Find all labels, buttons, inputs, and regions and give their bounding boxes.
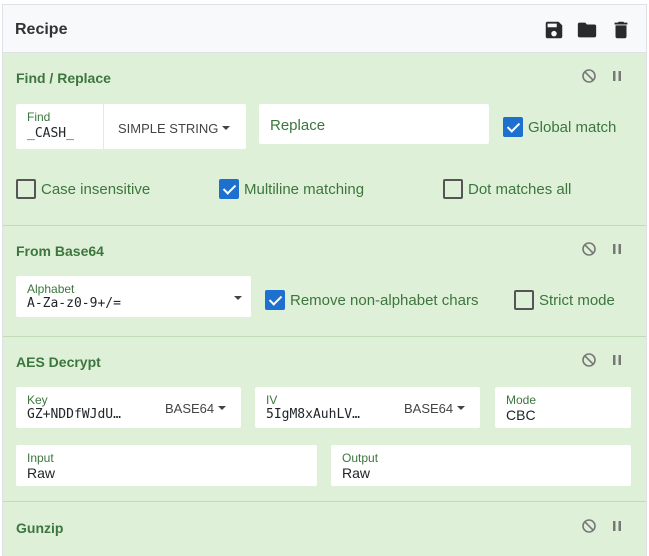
mode-field[interactable]: Mode CBC — [495, 387, 631, 428]
operation-aes-decrypt[interactable]: AES Decrypt Key GZ+NDDfWJdU… BASE64 IV 5… — [3, 337, 646, 502]
key-field[interactable]: Key GZ+NDDfWJdU… BASE64 — [16, 387, 241, 428]
chevron-down-icon[interactable] — [234, 296, 242, 300]
replace-placeholder: Replace — [270, 117, 326, 134]
pause-icon[interactable] — [609, 68, 625, 84]
chevron-down-icon — [222, 125, 231, 130]
key-type-label: BASE64 — [165, 401, 215, 416]
case-insensitive-label: Case insensitive — [41, 180, 151, 198]
iv-type-label: BASE64 — [404, 401, 454, 416]
recipe-header: Recipe — [3, 5, 646, 53]
output-format-field[interactable]: Output Raw — [331, 445, 631, 486]
output-value[interactable]: Raw — [342, 465, 370, 481]
operation-gunzip[interactable]: Gunzip — [3, 502, 646, 556]
strict-mode-checkbox[interactable]: Strict mode — [514, 290, 615, 310]
operation-title: From Base64 — [16, 243, 104, 259]
operation-find-replace[interactable]: Find / Replace Find _CASH_ SIMPLE STRING… — [3, 53, 646, 226]
folder-icon[interactable] — [576, 19, 598, 41]
dot-all-label: Dot matches all — [468, 180, 572, 198]
find-field[interactable]: Find _CASH_ SIMPLE STRING — [16, 104, 246, 149]
replace-field[interactable]: Replace — [259, 104, 489, 144]
multiline-label: Multiline matching — [244, 180, 365, 198]
multiline-box[interactable] — [219, 179, 239, 199]
find-type-label: SIMPLE STRING — [118, 121, 219, 136]
output-label: Output — [342, 451, 379, 465]
recipe-panel: Recipe Find / Replace Find _CASH_ SIMPLE… — [2, 4, 647, 556]
iv-label: IV — [266, 393, 278, 407]
chevron-down-icon — [457, 405, 466, 410]
key-type-dropdown[interactable]: BASE64 — [165, 401, 227, 416]
multiline-checkbox[interactable]: Multiline matching — [219, 179, 364, 199]
chevron-down-icon — [218, 405, 227, 410]
disable-icon[interactable] — [581, 241, 597, 257]
disable-icon[interactable] — [581, 352, 597, 368]
operation-title: Find / Replace — [16, 70, 111, 86]
key-label: Key — [27, 393, 48, 407]
global-match-checkbox[interactable]: Global match — [503, 117, 616, 137]
save-icon[interactable] — [543, 19, 565, 41]
pause-icon[interactable] — [609, 241, 625, 257]
remove-non-alpha-box[interactable] — [265, 290, 285, 310]
mode-label: Mode — [506, 393, 537, 407]
alphabet-label: Alphabet — [27, 282, 75, 296]
iv-type-dropdown[interactable]: BASE64 — [404, 401, 466, 416]
iv-value[interactable]: 5IgM8xAuhLV… — [266, 407, 381, 422]
strict-mode-label: Strict mode — [539, 291, 615, 309]
find-label: Find — [27, 110, 51, 124]
strict-mode-box[interactable] — [514, 290, 534, 310]
global-match-box[interactable] — [503, 117, 523, 137]
input-value[interactable]: Raw — [27, 465, 55, 481]
input-format-field[interactable]: Input Raw — [16, 445, 317, 486]
disable-icon[interactable] — [581, 68, 597, 84]
alphabet-field[interactable]: Alphabet A-Za-z0-9+/= — [16, 276, 251, 317]
dot-all-box[interactable] — [443, 179, 463, 199]
case-insensitive-checkbox[interactable]: Case insensitive — [16, 179, 150, 199]
alphabet-value[interactable]: A-Za-z0-9+/= — [27, 296, 217, 311]
case-insensitive-box[interactable] — [16, 179, 36, 199]
operation-from-base64[interactable]: From Base64 Alphabet A-Za-z0-9+/= Remove… — [3, 226, 646, 337]
input-label: Input — [27, 451, 54, 465]
remove-non-alpha-label: Remove non-alphabet chars — [290, 291, 479, 309]
pause-icon[interactable] — [609, 518, 625, 534]
dot-all-checkbox[interactable]: Dot matches all — [443, 179, 571, 199]
find-type-dropdown[interactable]: SIMPLE STRING — [118, 121, 231, 136]
operation-title: AES Decrypt — [16, 354, 101, 370]
trash-icon[interactable] — [610, 19, 632, 41]
disable-icon[interactable] — [581, 518, 597, 534]
global-match-label: Global match — [528, 118, 617, 136]
find-value[interactable]: _CASH_ — [27, 126, 107, 141]
operation-title: Gunzip — [16, 520, 64, 536]
iv-field[interactable]: IV 5IgM8xAuhLV… BASE64 — [255, 387, 480, 428]
mode-value[interactable]: CBC — [506, 407, 536, 423]
pause-icon[interactable] — [609, 352, 625, 368]
remove-non-alpha-checkbox[interactable]: Remove non-alphabet chars — [265, 290, 478, 310]
recipe-title: Recipe — [15, 21, 68, 38]
key-value[interactable]: GZ+NDDfWJdU… — [27, 407, 142, 422]
